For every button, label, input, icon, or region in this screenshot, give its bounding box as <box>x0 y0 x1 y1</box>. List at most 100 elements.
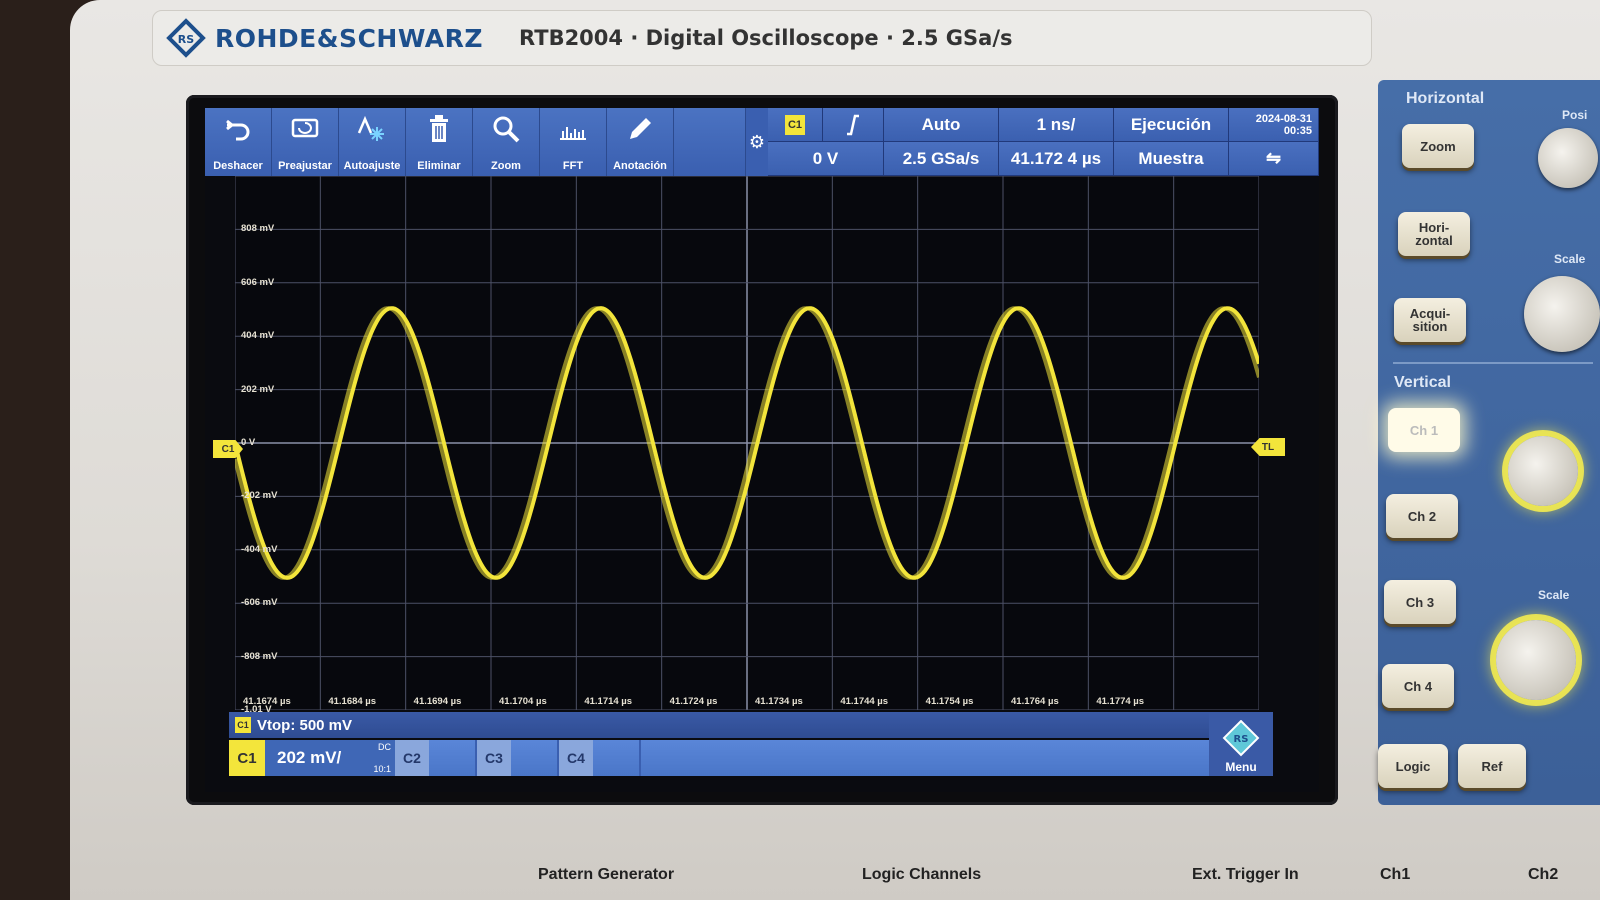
x-tick-label: 41.1674 µs <box>243 696 291 707</box>
trash-icon <box>424 114 454 144</box>
trigger-panel: C1 Auto 1 ns/ Ejecución 2024-08-31 00:35… <box>768 108 1319 176</box>
y-tick-label: -808 mV <box>241 650 278 662</box>
trigger-source-button[interactable]: C1 <box>768 108 823 142</box>
ch1-hw-button[interactable]: Ch 1 <box>1388 408 1460 452</box>
autoset-icon <box>357 114 387 144</box>
rising-edge-icon <box>847 114 859 135</box>
vertical-scale-label: Scale <box>1538 588 1570 602</box>
undo-button[interactable]: Deshacer <box>205 108 272 176</box>
trigger-slope-button[interactable] <box>823 108 884 142</box>
acquisition-hw-button[interactable]: Acqui- sition <box>1394 298 1466 342</box>
x-tick-label: 41.1744 µs <box>840 696 889 707</box>
gear-icon: ⚙ <box>748 131 766 152</box>
horizontal-scale-knob[interactable] <box>1524 276 1600 352</box>
svg-text:RS: RS <box>178 33 194 46</box>
horizontal-position-display[interactable]: 41.172 4 µs <box>999 142 1114 176</box>
zoom-button[interactable]: Zoom <box>473 108 540 176</box>
channel-1-coupling: DC <box>378 742 391 752</box>
front-panel-controls: Horizontal Posi Zoom Hori- zontal Acqui-… <box>1378 80 1600 805</box>
zoom-icon <box>491 114 521 144</box>
trigger-source-badge: C1 <box>785 114 805 135</box>
vertical-scale-knob[interactable] <box>1496 620 1576 700</box>
svg-text:RS: RS <box>1234 734 1249 745</box>
toolbar-settings-button[interactable]: ⚙ <box>746 108 768 176</box>
tool-label: Anotación <box>613 160 667 172</box>
horizontal-section-title: Horizontal <box>1406 90 1485 107</box>
x-tick-label: 41.1684 µs <box>328 696 377 707</box>
tool-label: Autoajuste <box>343 160 401 172</box>
brand-name: ROHDE&SCHWARZ <box>215 23 484 53</box>
position-knob[interactable] <box>1538 128 1598 188</box>
preset-icon <box>290 114 320 144</box>
ch4-hw-button[interactable]: Ch 4 <box>1382 664 1454 708</box>
pen-icon <box>625 114 655 144</box>
channel-1-tag[interactable]: C1 <box>229 740 265 776</box>
delete-button[interactable]: Eliminar <box>406 108 473 176</box>
channel-2-button[interactable]: C2 <box>395 740 477 776</box>
y-tick-label: 606 mV <box>241 276 275 288</box>
autoset-button[interactable]: Autoajuste <box>339 108 406 176</box>
tool-label: Deshacer <box>213 160 263 172</box>
trigger-mode-button[interactable]: Auto <box>884 108 999 142</box>
ref-hw-button[interactable]: Ref <box>1458 744 1526 788</box>
ch3-hw-button[interactable]: Ch 3 <box>1384 580 1456 624</box>
channel-3-button[interactable]: C3 <box>477 740 559 776</box>
tool-label: Preajustar <box>278 160 332 172</box>
panel-divider <box>1393 362 1593 364</box>
tool-label: Zoom <box>491 160 521 172</box>
logic-hw-button[interactable]: Logic <box>1378 744 1448 788</box>
channel-1-settings[interactable]: 202 mV/ DC 10:1 <box>265 740 395 776</box>
run-state-button[interactable]: Ejecución <box>1114 108 1229 142</box>
tool-label: Eliminar <box>417 160 461 172</box>
sample-rate-display[interactable]: 2.5 GSa/s <box>884 142 999 176</box>
position-knob-label: Posi <box>1562 108 1588 122</box>
menu-button[interactable]: RS Menu <box>1209 712 1273 776</box>
usb-status: ⇋ <box>1229 142 1319 176</box>
measurement-bar: C1 Vtop: 500 mV <box>229 712 1269 738</box>
x-tick-label: 41.1714 µs <box>584 696 633 707</box>
date-text: 2024-08-31 <box>1255 112 1312 125</box>
x-tick-label: 41.1734 µs <box>755 696 803 707</box>
trigger-level-button[interactable]: 0 V <box>768 142 884 176</box>
rs-logo-icon: RS <box>165 17 207 59</box>
channel-bar: C1 202 mV/ DC 10:1 C2 C3 C4 <box>229 740 1209 776</box>
waveform-display[interactable]: 808 mV 606 mV 404 mV 202 mV 0 V -202 mV -404 m… <box>235 176 1259 715</box>
time-scale-button[interactable]: 1 ns/ <box>999 108 1114 142</box>
fft-icon <box>558 114 588 144</box>
channel-4-tag: C4 <box>559 740 593 776</box>
horizontal-hw-button[interactable]: Hori- zontal <box>1398 212 1470 256</box>
preset-button[interactable]: Preajustar <box>272 108 339 176</box>
menu-label: Menu <box>1225 760 1257 774</box>
date-time-display: 2024-08-31 00:35 <box>1229 108 1319 142</box>
vertical-position-knob[interactable] <box>1508 436 1578 506</box>
logic-channels-label: Logic Channels <box>862 866 982 883</box>
ch1-connector-label: Ch1 <box>1380 866 1411 883</box>
channel-4-button[interactable]: C4 <box>559 740 641 776</box>
zoom-hw-button[interactable]: Zoom <box>1402 124 1474 168</box>
channel-3-tag: C3 <box>477 740 511 776</box>
measurement-channel-badge: C1 <box>235 717 251 733</box>
ch2-hw-button[interactable]: Ch 2 <box>1386 494 1458 538</box>
brand-bar: RS ROHDE&SCHWARZ RTB2004 · Digital Oscil… <box>152 10 1372 66</box>
ch2-connector-label: Ch2 <box>1528 866 1559 883</box>
x-tick-label: 41.1764 µs <box>1011 696 1059 707</box>
annotation-button[interactable]: Anotación <box>607 108 674 176</box>
tool-label: FFT <box>562 160 584 172</box>
y-tick-label: 0 V <box>241 437 256 448</box>
toolbar-spacer <box>674 108 746 176</box>
y-tick-label: 202 mV <box>241 383 275 395</box>
y-tick-label: -202 mV <box>241 490 278 502</box>
oscilloscope-screen: Deshacer Preajustar Autoajuste Eliminar … <box>205 108 1319 792</box>
fft-button[interactable]: FFT <box>540 108 607 176</box>
acquisition-mode-button[interactable]: Muestra <box>1114 142 1229 176</box>
time-text: 00:35 <box>1283 124 1312 137</box>
graticule <box>235 176 1259 710</box>
y-tick-label: -606 mV <box>241 597 278 609</box>
channel-1-scale: 202 mV/ <box>277 748 342 767</box>
vertical-section-title: Vertical <box>1394 374 1451 391</box>
x-tick-label: 41.1694 µs <box>413 696 462 707</box>
x-tick-label: 41.1774 µs <box>1096 696 1145 707</box>
x-tick-label: 41.1704 µs <box>499 696 547 707</box>
rs-menu-icon: RS <box>1222 720 1260 757</box>
x-tick-label: 41.1754 µs <box>925 696 974 707</box>
